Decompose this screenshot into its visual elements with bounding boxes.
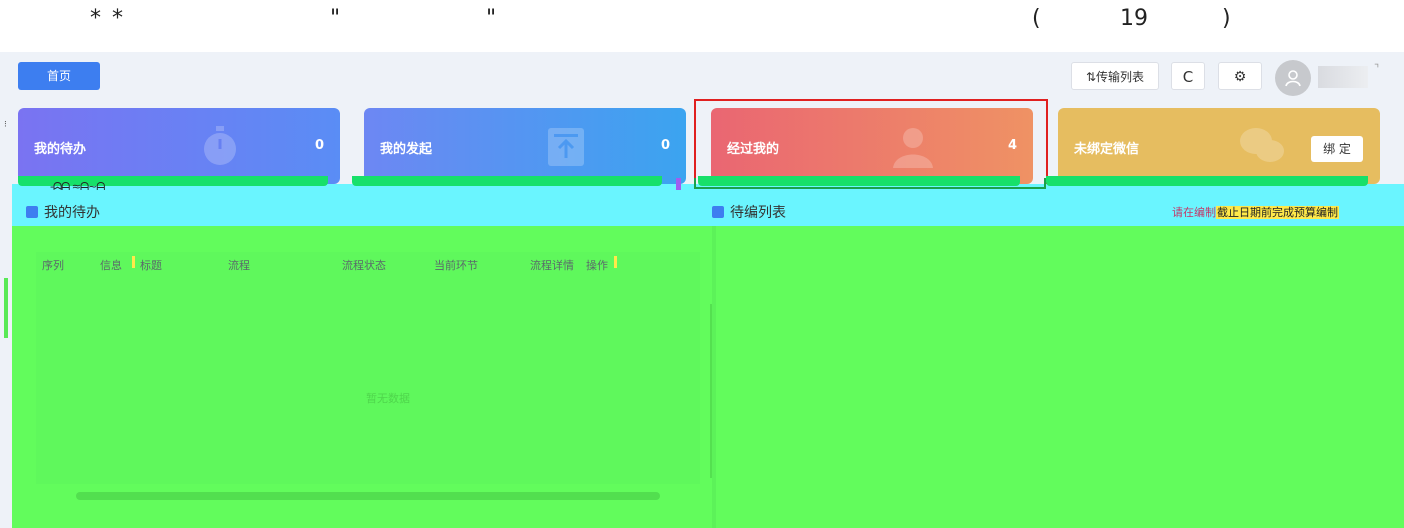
card-label: 我的发起 [380,142,433,157]
annotation-tick [614,256,617,268]
column-header-info[interactable]: 信息 [100,257,122,273]
username-redacted[interactable] [1318,66,1368,88]
annotation-stars: * * [90,6,125,31]
deadline-hint: 请在编制截止日期前完成预算编制 [1172,204,1339,220]
top-toolbar: 首页 ⇅传输列表 C ⚙ ⌝ [0,52,1404,100]
left-scrollbar[interactable] [4,278,8,338]
annotation-quote-close: " [486,6,497,31]
card-my-todo[interactable]: 我的待办 0 [18,108,340,184]
transfer-list-button[interactable]: ⇅传输列表 [1071,62,1159,90]
tab-home[interactable]: 首页 [18,62,100,90]
card-count: 0 [314,138,324,153]
column-header-current-step[interactable]: 当前环节 [434,257,478,273]
content-overlay: 序列 信息 标题 流程 流程状态 当前环节 流程详情 操作 暂无数据 [4,226,1404,528]
stopwatch-icon [204,126,236,165]
column-header-index[interactable]: 序列 [42,257,64,273]
deadline-hint-prefix: 请在编制 [1172,206,1216,219]
todo-table: 序列 信息 标题 流程 流程状态 当前环节 流程详情 操作 暂无数据 [36,252,715,500]
pending-panel-title: 待编列表 [712,202,786,222]
folder-icon [712,206,724,218]
card-footer-tab [1046,176,1368,186]
avatar[interactable] [1275,60,1311,96]
annotation-quote-open: " [330,6,341,31]
upload-icon [548,128,584,166]
deadline-hint-highlight: 截止日期前完成预算编制 [1216,206,1339,219]
card-my-initiated[interactable]: 我的发起 0 [364,108,686,184]
table-header: 序列 信息 标题 流程 流程状态 当前环节 流程详情 操作 [36,252,700,280]
annotation-tick [132,256,135,268]
annotation-paren-open: ( [1032,6,1041,31]
refresh-icon[interactable]: C [1171,62,1205,90]
column-header-title[interactable]: 标题 [140,257,162,273]
annotation-underline [694,178,1046,189]
empty-state-text: 暂无数据 [366,392,410,405]
card-count: 0 [660,138,670,153]
dropdown-caret-icon[interactable]: ⌝ [1374,62,1379,75]
todo-panel-title-text: 我的待办 [44,205,100,221]
wechat-icon [1240,128,1284,162]
annotation-number: 19 [1120,6,1148,31]
pending-panel-title-text: 待编列表 [730,205,786,221]
settings-icon[interactable]: ⚙ [1218,62,1262,90]
annotation-paren-close: ) [1222,6,1231,31]
column-header-process-status[interactable]: 流程状态 [342,257,386,273]
strip-mark-text: -ᗣᗩ ≈ᗩ~ᗩ [50,180,105,193]
card-label: 我的待办 [34,142,87,157]
top-annotation: * * " " ( 19 ) [0,6,1404,40]
list-icon [26,206,38,218]
collapse-handle-icon[interactable]: ⁝ [4,120,7,130]
panel-divider [712,226,716,528]
bind-wechat-button[interactable]: 绑 定 [1311,136,1363,162]
app-window: 首页 ⇅传输列表 C ⚙ ⌝ ⁝ 我的待办 0 我的发起 0 经过我的 4 未绑… [0,52,1404,528]
column-header-process[interactable]: 流程 [228,257,250,273]
card-wechat-unbound: 未绑定微信 绑 定 [1058,108,1380,184]
todo-panel-title: 我的待办 [26,202,100,222]
annotation-mark [676,178,681,190]
column-header-actions[interactable]: 操作 [586,257,608,273]
column-header-process-detail[interactable]: 流程详情 [530,257,574,273]
user-avatar-icon [1285,70,1301,87]
card-label: 未绑定微信 [1074,142,1140,157]
table-horizontal-scrollbar[interactable] [76,492,660,500]
card-footer-tab [352,176,662,186]
